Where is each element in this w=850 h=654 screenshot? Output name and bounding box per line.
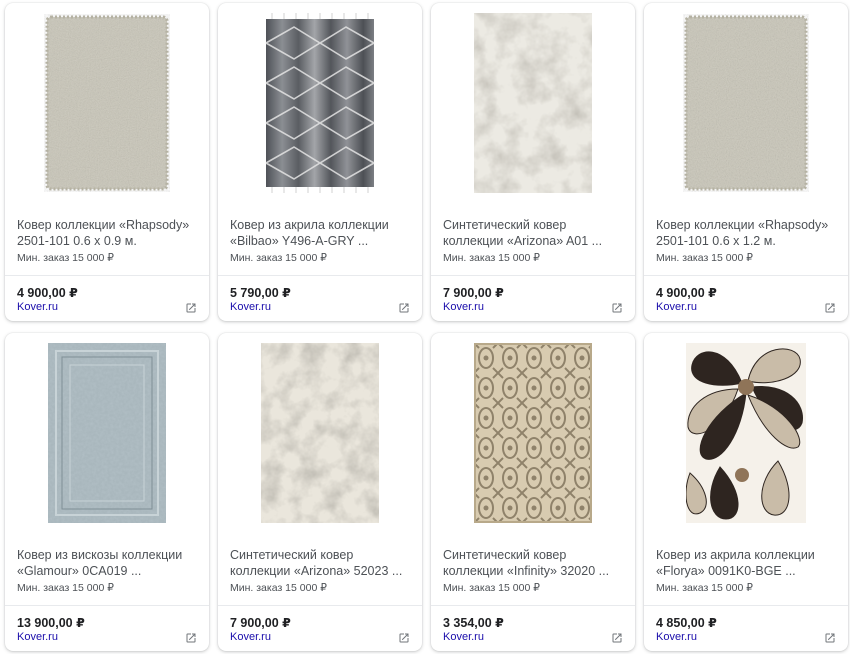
divider bbox=[644, 605, 848, 606]
product-card[interactable]: Ковер из акрила коллекции «Bilbao» Y496-… bbox=[218, 3, 422, 321]
rug-shaggy-image bbox=[45, 15, 169, 191]
product-price: 7 900,00 ₽ bbox=[443, 286, 504, 300]
rug-shaggy-image bbox=[684, 15, 808, 191]
product-price: 4 900,00 ₽ bbox=[656, 286, 717, 300]
merchant-link[interactable]: Kover.ru bbox=[17, 631, 58, 643]
open-in-new-icon[interactable] bbox=[185, 302, 197, 314]
open-in-new-icon[interactable] bbox=[611, 302, 623, 314]
product-image[interactable] bbox=[5, 333, 209, 533]
merchant-link[interactable]: Kover.ru bbox=[230, 631, 271, 643]
open-in-new-icon[interactable] bbox=[398, 632, 410, 644]
product-title[interactable]: Синтетический ковер коллекции «Infinity»… bbox=[443, 547, 625, 579]
open-in-new-icon[interactable] bbox=[185, 632, 197, 644]
rug-damask-image bbox=[474, 343, 592, 523]
product-image[interactable] bbox=[644, 333, 848, 533]
product-card[interactable]: Ковер из вискозы коллекции «Glamour» 0CA… bbox=[5, 333, 209, 651]
min-order: Мин. заказ 15 000 ₽ bbox=[656, 252, 753, 264]
rug-abstract-image bbox=[474, 13, 592, 193]
product-title[interactable]: Ковер из вискозы коллекции «Glamour» 0CA… bbox=[17, 547, 199, 579]
merchant-link[interactable]: Kover.ru bbox=[443, 301, 484, 313]
product-price: 4 850,00 ₽ bbox=[656, 616, 717, 630]
product-card[interactable]: Ковер коллекции «Rhapsody» 2501-101 0.6 … bbox=[5, 3, 209, 321]
divider bbox=[218, 275, 422, 276]
min-order: Мин. заказ 15 000 ₽ bbox=[443, 252, 540, 264]
merchant-link[interactable]: Kover.ru bbox=[443, 631, 484, 643]
divider bbox=[644, 275, 848, 276]
min-order: Мин. заказ 15 000 ₽ bbox=[17, 582, 114, 594]
product-image[interactable] bbox=[644, 3, 848, 203]
rug-abstract-image bbox=[261, 343, 379, 523]
divider bbox=[431, 605, 635, 606]
open-in-new-icon[interactable] bbox=[611, 632, 623, 644]
product-card[interactable]: Ковер из акрила коллекции «Florya» 0091K… bbox=[644, 333, 848, 651]
product-image[interactable] bbox=[431, 333, 635, 533]
min-order: Мин. заказ 15 000 ₽ bbox=[656, 582, 753, 594]
product-image[interactable] bbox=[431, 3, 635, 203]
product-title[interactable]: Ковер из акрила коллекции «Bilbao» Y496-… bbox=[230, 217, 412, 249]
product-title[interactable]: Синтетический ковер коллекции «Arizona» … bbox=[230, 547, 412, 579]
merchant-link[interactable]: Kover.ru bbox=[656, 301, 697, 313]
divider bbox=[431, 275, 635, 276]
merchant-link[interactable]: Kover.ru bbox=[230, 301, 271, 313]
divider bbox=[5, 275, 209, 276]
rug-floral-image bbox=[686, 343, 806, 523]
product-card[interactable]: Синтетический ковер коллекции «Arizona» … bbox=[218, 333, 422, 651]
min-order: Мин. заказ 15 000 ₽ bbox=[230, 252, 327, 264]
rug-geometric-image bbox=[265, 13, 375, 193]
product-image[interactable] bbox=[5, 3, 209, 203]
product-title[interactable]: Ковер из акрила коллекции «Florya» 0091K… bbox=[656, 547, 838, 579]
merchant-link[interactable]: Kover.ru bbox=[17, 301, 58, 313]
divider bbox=[218, 605, 422, 606]
product-price: 13 900,00 ₽ bbox=[17, 616, 85, 630]
product-price: 5 790,00 ₽ bbox=[230, 286, 291, 300]
product-card[interactable]: Синтетический ковер коллекции «Infinity»… bbox=[431, 333, 635, 651]
rug-classic-image bbox=[48, 343, 166, 523]
divider bbox=[5, 605, 209, 606]
product-card[interactable]: Синтетический ковер коллекции «Arizona» … bbox=[431, 3, 635, 321]
open-in-new-icon[interactable] bbox=[824, 302, 836, 314]
product-grid: Ковер коллекции «Rhapsody» 2501-101 0.6 … bbox=[0, 0, 850, 654]
product-price: 3 354,00 ₽ bbox=[443, 616, 504, 630]
product-price: 7 900,00 ₽ bbox=[230, 616, 291, 630]
product-image[interactable] bbox=[218, 333, 422, 533]
merchant-link[interactable]: Kover.ru bbox=[656, 631, 697, 643]
product-image[interactable] bbox=[218, 3, 422, 203]
open-in-new-icon[interactable] bbox=[398, 302, 410, 314]
min-order: Мин. заказ 15 000 ₽ bbox=[17, 252, 114, 264]
product-title[interactable]: Ковер коллекции «Rhapsody» 2501-101 0.6 … bbox=[17, 217, 199, 249]
product-price: 4 900,00 ₽ bbox=[17, 286, 78, 300]
open-in-new-icon[interactable] bbox=[824, 632, 836, 644]
min-order: Мин. заказ 15 000 ₽ bbox=[230, 582, 327, 594]
min-order: Мин. заказ 15 000 ₽ bbox=[443, 582, 540, 594]
product-title[interactable]: Синтетический ковер коллекции «Arizona» … bbox=[443, 217, 625, 249]
product-card[interactable]: Ковер коллекции «Rhapsody» 2501-101 0.6 … bbox=[644, 3, 848, 321]
product-title[interactable]: Ковер коллекции «Rhapsody» 2501-101 0.6 … bbox=[656, 217, 838, 249]
